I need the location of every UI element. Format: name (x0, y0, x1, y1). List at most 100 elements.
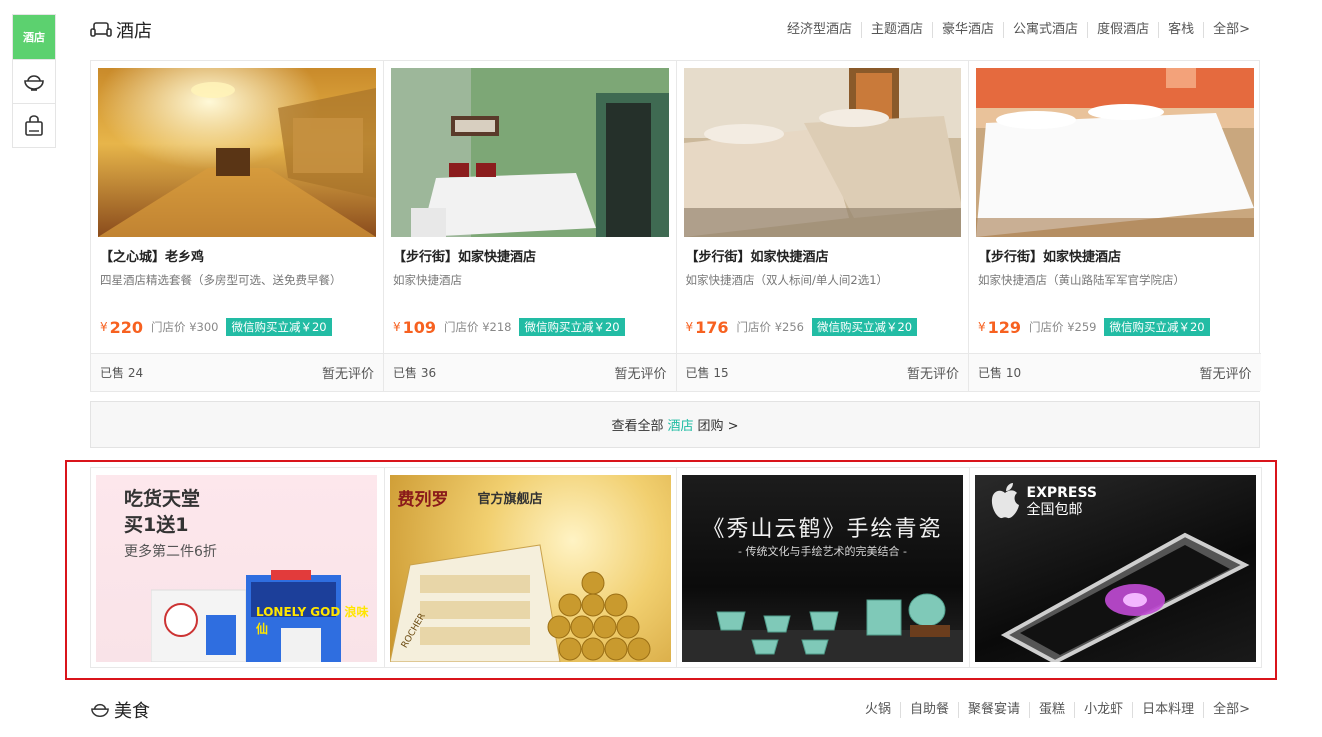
side-nav-hotel[interactable]: 酒店 (13, 15, 55, 59)
deal-price: 109 (402, 317, 437, 337)
deal-footer: 已售 24 暂无评价 (91, 353, 383, 391)
tag-economy-hotel[interactable]: 经济型酒店 (778, 22, 861, 38)
deal-image-lobby[interactable] (98, 68, 376, 237)
sold-count: 已售 36 (393, 366, 437, 380)
apple-logo-icon (991, 483, 1019, 519)
deal-card[interactable]: 【步行街】如家快捷酒店 如家快捷酒店 ¥ 109 门店价 ¥218 微信购买立减… (383, 61, 676, 391)
side-nav-food[interactable] (13, 59, 55, 103)
view-all-hotel-deals-link[interactable]: 查看全部 酒店 团购 > (90, 401, 1260, 448)
currency-symbol: ¥ (393, 320, 401, 334)
side-nav-shopping[interactable] (13, 103, 55, 147)
category-side-nav: 酒店 (12, 14, 56, 148)
rating-text: 暂无评价 (614, 367, 667, 382)
shopping-bag-icon (25, 114, 43, 136)
deal-name[interactable]: 【之心城】老乡鸡 (91, 246, 383, 264)
food-section-title: 美食 (90, 697, 150, 723)
ad-banner-ferrero[interactable]: 费列罗 官方旗舰店 ROCHER (383, 468, 677, 667)
ad-porcelain-subtitle: - 传统文化与手绘艺术的完美结合 - (738, 545, 907, 558)
tag-theme-hotel[interactable]: 主题酒店 (861, 22, 932, 38)
wechat-promo-badge: 微信购买立减￥20 (1104, 318, 1210, 336)
deal-card[interactable]: 【步行街】如家快捷酒店 如家快捷酒店（黄山路陆军军官学院店） ¥ 129 门店价… (968, 61, 1261, 391)
rating-text: 暂无评价 (906, 367, 959, 382)
view-all-suffix: 团购 > (697, 419, 739, 434)
ad-phone-express: EXPRESS (1026, 485, 1098, 501)
deal-price-row: ¥ 109 门店价 ¥218 微信购买立减￥20 (384, 316, 676, 338)
bowl-icon (91, 703, 109, 717)
bowl-icon (24, 74, 44, 91)
side-nav-hotel-label: 酒店 (23, 31, 45, 44)
deal-name[interactable]: 【步行街】如家快捷酒店 (384, 246, 676, 264)
deal-image-twin-beds[interactable] (683, 68, 961, 237)
deal-price-row: ¥ 129 门店价 ¥259 微信购买立减￥20 (969, 316, 1261, 338)
food-section-header: 美食 火锅 自助餐 聚餐宴请 蛋糕 小龙虾 日本料理 全部> (90, 688, 1260, 732)
sold-count: 已售 10 (978, 366, 1022, 380)
deal-description: 如家快捷酒店（黄山路陆军军官学院店） (978, 273, 1185, 287)
view-all-category: 酒店 (667, 419, 694, 434)
ferrero-chocolates-illustration (389, 544, 650, 662)
ad-banner-phone[interactable]: EXPRESS 全国包邮 (968, 468, 1262, 667)
wechat-promo-badge: 微信购买立减￥20 (226, 318, 332, 336)
deal-price: 176 (695, 317, 729, 337)
store-price: 门店价 ¥256 (736, 320, 804, 334)
hotel-deal-list: 【之心城】老乡鸡 四星酒店精选套餐（多房型可选、送免费早餐） ¥ 220 门店价… (90, 60, 1261, 392)
deal-footer: 已售 36 暂无评价 (384, 353, 676, 391)
ad-banner-phone-image[interactable]: EXPRESS 全国包邮 (974, 475, 1256, 662)
deal-description: 如家快捷酒店（双人标间/单人间2选1） (685, 273, 889, 287)
tag-resort-hotel[interactable]: 度假酒店 (1087, 22, 1158, 38)
deal-description: 如家快捷酒店 (393, 273, 462, 287)
ad-banner-snacks-image[interactable]: 吃货天堂 买1送1 更多第二件6折 LONELY GOD 浪味仙 (96, 475, 377, 662)
deal-card[interactable]: 【之心城】老乡鸡 四星酒店精选套餐（多房型可选、送免费早餐） ¥ 220 门店价… (91, 61, 383, 391)
tag-banquet[interactable]: 聚餐宴请 (958, 702, 1029, 718)
tag-japanese[interactable]: 日本料理 (1132, 702, 1203, 718)
deal-image-double-bed[interactable] (976, 68, 1254, 237)
tag-crayfish[interactable]: 小龙虾 (1074, 702, 1132, 718)
ad-banner-porcelain-image[interactable]: 《秀山云鹤》手绘青瓷 - 传统文化与手绘艺术的完美结合 - (682, 475, 963, 662)
ad-porcelain-title: 《秀山云鹤》手绘青瓷 (702, 517, 943, 542)
tag-luxury-hotel[interactable]: 豪华酒店 (932, 22, 1003, 38)
smartphone-illustration (1000, 532, 1249, 662)
tag-hotpot[interactable]: 火锅 (856, 702, 900, 718)
currency-symbol: ¥ (100, 320, 108, 334)
deal-name[interactable]: 【步行街】如家快捷酒店 (969, 246, 1261, 264)
rating-text: 暂无评价 (321, 367, 374, 382)
deal-price-row: ¥ 220 门店价 ¥300 微信购买立减￥20 (91, 316, 383, 338)
tag-cake[interactable]: 蛋糕 (1029, 702, 1074, 718)
ad-phone-shipping: 全国包邮 (1026, 502, 1083, 518)
food-category-tags: 火锅 自助餐 聚餐宴请 蛋糕 小龙虾 日本料理 全部> (856, 702, 1260, 718)
sofa-icon (90, 22, 112, 37)
wechat-promo-badge: 微信购买立减￥20 (811, 318, 918, 336)
ad-ferrero-brand: 费列罗 (397, 490, 449, 510)
ad-banner-highlight: 吃货天堂 买1送1 更多第二件6折 LONELY GOD 浪味仙 费列罗 官方旗… (65, 460, 1277, 680)
deal-price: 129 (987, 317, 1022, 337)
rating-text: 暂无评价 (1199, 367, 1252, 382)
hotel-category-tags: 经济型酒店 主题酒店 豪华酒店 公寓式酒店 度假酒店 客栈 全部> (778, 22, 1260, 38)
wechat-promo-badge: 微信购买立减￥20 (519, 318, 625, 336)
deal-price: 220 (109, 317, 144, 337)
food-section-title-text: 美食 (114, 701, 150, 722)
currency-symbol: ¥ (978, 320, 986, 334)
store-price: 门店价 ¥259 (1029, 320, 1097, 334)
tag-buffet[interactable]: 自助餐 (900, 702, 958, 718)
tag-all[interactable]: 全部> (1203, 22, 1250, 38)
tag-inn[interactable]: 客栈 (1158, 22, 1203, 38)
ad-snacks-line3: 更多第二件6折 (124, 544, 217, 560)
sold-count: 已售 15 (685, 366, 729, 380)
deal-description: 四星酒店精选套餐（多房型可选、送免费早餐） (100, 273, 342, 287)
hotel-section-header: 酒店 经济型酒店 主题酒店 豪华酒店 公寓式酒店 度假酒店 客栈 全部> (90, 0, 1260, 60)
tag-all[interactable]: 全部> (1203, 702, 1250, 718)
hotel-section-title-text: 酒店 (116, 21, 152, 42)
ad-banner-ferrero-image[interactable]: 费列罗 官方旗舰店 ROCHER (389, 475, 671, 662)
tag-apartment-hotel[interactable]: 公寓式酒店 (1003, 22, 1087, 38)
ad-banner-list: 吃货天堂 买1送1 更多第二件6折 LONELY GOD 浪味仙 费列罗 官方旗… (90, 467, 1262, 668)
deal-footer: 已售 15 暂无评价 (676, 353, 968, 391)
ad-banner-porcelain[interactable]: 《秀山云鹤》手绘青瓷 - 传统文化与手绘艺术的完美结合 - (676, 468, 969, 667)
deal-card[interactable]: 【步行街】如家快捷酒店 如家快捷酒店（双人标间/单人间2选1） ¥ 176 门店… (675, 61, 969, 391)
ad-snacks-line2: 买1送1 (124, 514, 189, 536)
deal-price-row: ¥ 176 门店价 ¥256 微信购买立减￥20 (677, 316, 969, 338)
deal-image-room-green[interactable] (391, 68, 669, 237)
sold-count: 已售 24 (100, 366, 144, 380)
currency-symbol: ¥ (685, 320, 694, 334)
view-all-prefix: 查看全部 (611, 419, 664, 434)
ad-banner-snacks[interactable]: 吃货天堂 买1送1 更多第二件6折 LONELY GOD 浪味仙 (91, 468, 384, 667)
deal-name[interactable]: 【步行街】如家快捷酒店 (677, 246, 969, 264)
